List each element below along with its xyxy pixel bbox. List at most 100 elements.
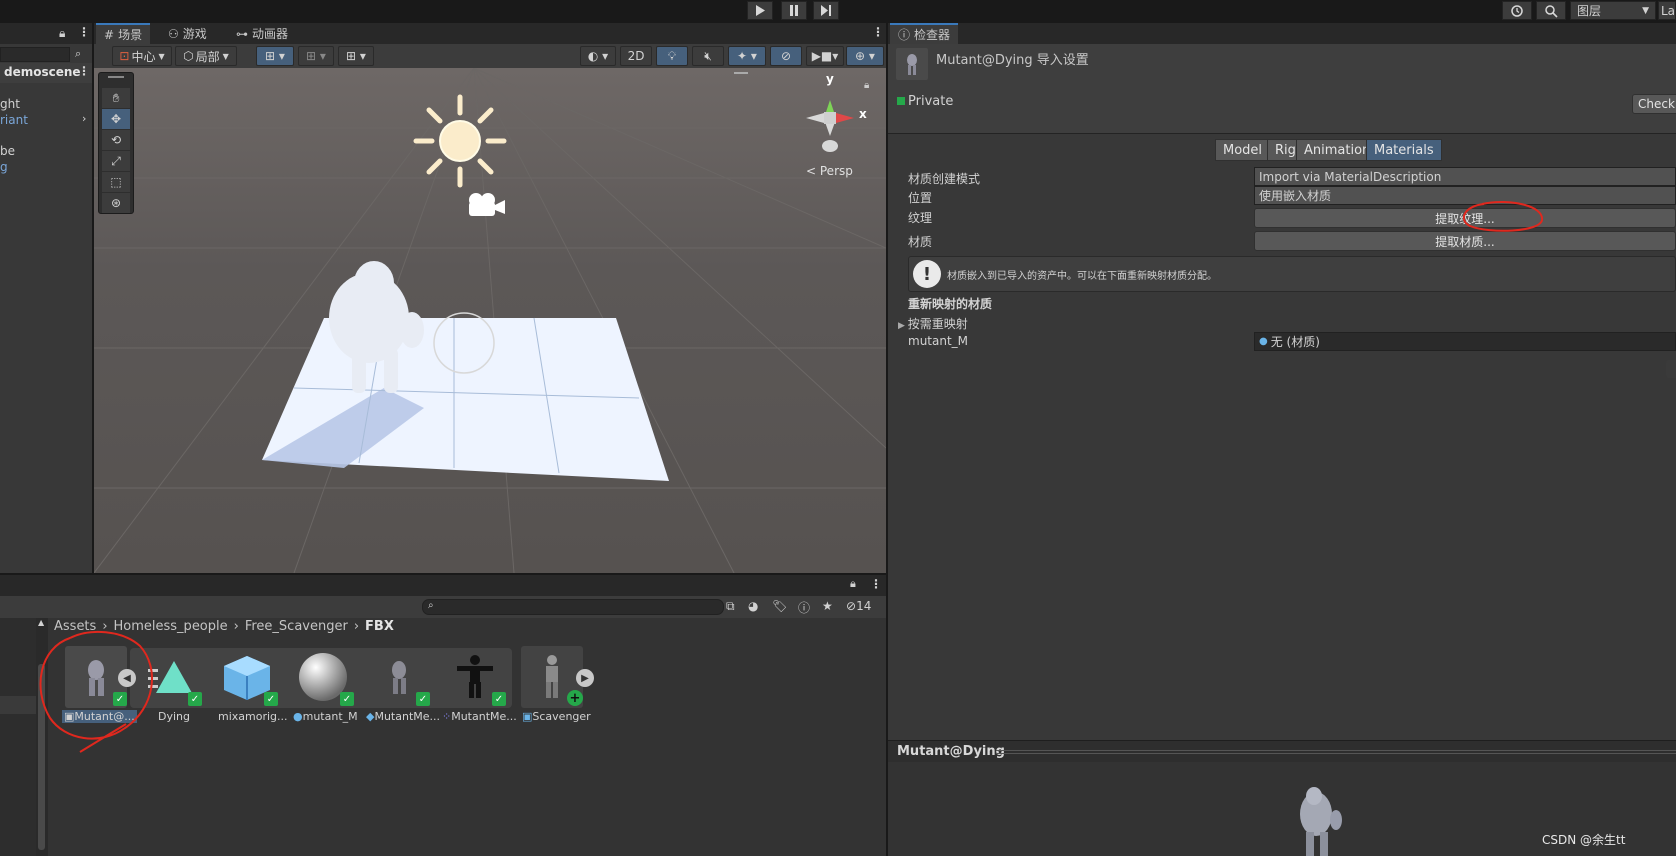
- layout-dropdown[interactable]: La: [1658, 1, 1676, 20]
- tab-scene[interactable]: # 场景: [96, 23, 151, 44]
- asset-label[interactable]: ▣Scavenger: [522, 710, 591, 723]
- side-handle[interactable]: [1666, 360, 1676, 378]
- remap-header: 重新映射的材质: [908, 297, 993, 311]
- asset-thumbnail[interactable]: +: [521, 646, 583, 708]
- ruler-button[interactable]: ⊞ ▾: [338, 46, 374, 66]
- info-box: ! 材质嵌入到已导入的资产中。可以在下面重新映射材质分配。: [908, 256, 1676, 292]
- asset-label[interactable]: ●mutant_M: [293, 710, 358, 723]
- scene-viewport[interactable]: y x 🔒︎ < Persp: [94, 68, 886, 573]
- panel-divider[interactable]: [92, 23, 94, 573]
- search-window-icon[interactable]: ⧉: [726, 599, 735, 614]
- more-icon[interactable]: ⋮: [872, 25, 884, 39]
- tab-animator[interactable]: ⊶ 动画器: [228, 23, 296, 44]
- asset-thumbnail[interactable]: ✓: [368, 646, 430, 708]
- rect-tool[interactable]: ⬚: [102, 172, 130, 192]
- shading-dropdown[interactable]: ◐ ▾: [580, 46, 616, 66]
- lock-icon[interactable]: 🔒︎: [864, 80, 869, 91]
- more-icon[interactable]: ⋮: [870, 577, 882, 591]
- hierarchy-item[interactable]: g: [0, 160, 8, 174]
- snap-increment-button[interactable]: ⊞ ▾: [298, 46, 334, 66]
- mesh-icon: [392, 661, 406, 694]
- asset-label[interactable]: ◆MutantMe...: [366, 710, 440, 723]
- more-icon[interactable]: ⋮: [78, 64, 90, 78]
- hidden-packages-button[interactable]: ⊘14: [846, 599, 871, 613]
- grid-snap-button[interactable]: ⊞ ▾: [256, 46, 294, 66]
- transform-tool[interactable]: ⊛: [102, 193, 130, 213]
- hand-tool[interactable]: ✋︎: [102, 88, 130, 108]
- type-filter-icon[interactable]: ◕: [748, 599, 758, 613]
- hidden-eye-icon: ⊘: [780, 49, 792, 63]
- tab-inspector[interactable]: ⓘ 检查器: [890, 23, 959, 44]
- breadcrumb-item[interactable]: Free_Scavenger: [245, 619, 348, 634]
- asset-thumbnail[interactable]: ✓: [292, 646, 354, 708]
- history-button[interactable]: [1502, 1, 1532, 20]
- label-filter-icon[interactable]: 🏷︎: [772, 599, 787, 613]
- more-icon[interactable]: ⋮: [78, 25, 90, 39]
- audio-toggle[interactable]: 🔇︎: [692, 46, 724, 66]
- hierarchy-search-input[interactable]: [0, 47, 70, 62]
- sun-icon: [413, 94, 507, 188]
- scale-tool[interactable]: ⤢: [102, 151, 130, 171]
- play-button[interactable]: [747, 1, 773, 20]
- search-icon[interactable]: ⌕: [75, 47, 81, 61]
- move-tool[interactable]: ✥: [102, 109, 130, 129]
- step-button[interactable]: [813, 1, 839, 20]
- project-search-input[interactable]: ⌕: [422, 599, 724, 615]
- mode-2d-button[interactable]: 2D: [620, 46, 652, 66]
- asset-thumbnail[interactable]: ✓: [444, 646, 506, 708]
- gamepad-icon: ⚇: [168, 26, 179, 41]
- effects-dropdown[interactable]: ✦ ▾: [728, 46, 766, 66]
- panel-divider[interactable]: [0, 573, 886, 575]
- rotate-tool[interactable]: ⟲: [102, 130, 130, 150]
- visibility-toggle[interactable]: ⊘: [770, 46, 802, 66]
- lock-icon[interactable]: 🔒︎: [850, 577, 856, 591]
- orientation-gizmo[interactable]: [806, 100, 854, 152]
- search-button[interactable]: [1536, 1, 1566, 20]
- breadcrumb-item[interactable]: FBX: [365, 619, 394, 634]
- gizmos-dropdown[interactable]: ⊕ ▾: [846, 46, 884, 66]
- expand-button[interactable]: ▶: [576, 669, 594, 687]
- private-checkbox[interactable]: [897, 97, 905, 105]
- preview-header[interactable]: Mutant@Dying: [888, 740, 1676, 762]
- warning-filter-icon[interactable]: ⓘ: [798, 599, 810, 616]
- material-object-field[interactable]: ● 无 (材质): [1254, 332, 1676, 351]
- panel-divider[interactable]: [886, 23, 888, 856]
- lighting-toggle[interactable]: 💡︎: [656, 46, 688, 66]
- layers-dropdown[interactable]: 图层 ▼: [1570, 1, 1656, 20]
- chevron-down-icon: ▼: [1642, 5, 1649, 16]
- hierarchy-item[interactable]: ght: [0, 97, 20, 111]
- extract-materials-button[interactable]: 提取材质...: [1254, 231, 1676, 251]
- info-icon: ⓘ: [898, 28, 911, 42]
- material-icon: ●: [1259, 336, 1268, 347]
- asset-thumbnail[interactable]: ✓: [216, 646, 278, 708]
- tab-materials[interactable]: Materials: [1366, 139, 1442, 161]
- tab-model[interactable]: Model: [1215, 139, 1271, 161]
- tab-game[interactable]: ⚇ 游戏: [160, 23, 215, 44]
- ruler-icon: ⊞ ▾: [346, 49, 366, 63]
- hierarchy-item[interactable]: riant: [0, 113, 28, 127]
- remap-foldout[interactable]: ▶ 按需重映射: [898, 315, 968, 332]
- checkmark-icon: ✓: [264, 692, 278, 706]
- effects-icon: ✦ ▾: [737, 49, 757, 63]
- pivot-dropdown[interactable]: ⊡ 中心 ▼: [112, 46, 172, 66]
- scene-header[interactable]: demoscene ⋮: [0, 63, 92, 83]
- chevron-right-icon[interactable]: ›: [82, 112, 86, 125]
- inspector-title: Mutant@Dying 导入设置: [936, 53, 1089, 68]
- chevron-up-icon[interactable]: ▲: [38, 618, 44, 627]
- check-button[interactable]: Check: [1632, 94, 1676, 114]
- space-dropdown[interactable]: ⬡ 局部 ▼: [175, 46, 237, 66]
- star-icon[interactable]: ★: [822, 599, 833, 613]
- creation-mode-dropdown[interactable]: Import via MaterialDescription: [1254, 167, 1676, 186]
- tab-label: 检查器: [914, 28, 951, 42]
- perspective-label[interactable]: < Persp: [806, 164, 853, 178]
- drag-handle[interactable]: [734, 72, 748, 74]
- asset-label[interactable]: mixamorig...: [218, 710, 288, 723]
- hierarchy-item[interactable]: be: [0, 144, 15, 158]
- hierarchy-search[interactable]: ⌕: [0, 45, 92, 65]
- pause-button[interactable]: [781, 1, 807, 20]
- camera-dropdown[interactable]: ▶■▾: [806, 46, 844, 66]
- drag-handle[interactable]: [996, 750, 1676, 754]
- asset-label[interactable]: ⁘MutantMe...: [442, 710, 517, 723]
- drag-handle[interactable]: [108, 76, 124, 78]
- lock-icon[interactable]: 🔒︎: [59, 26, 65, 41]
